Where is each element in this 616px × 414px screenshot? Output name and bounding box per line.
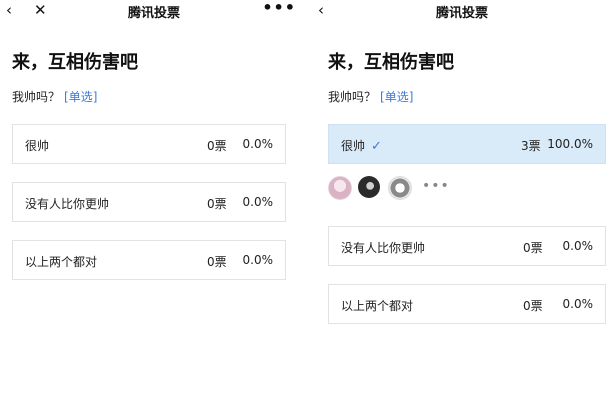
check-icon: ✓ [371, 139, 382, 154]
option-label: 没有人比你更帅 [25, 197, 110, 211]
question-text: 我帅吗？ [328, 90, 377, 104]
option-percent: 0.0% [562, 297, 594, 311]
poll-title: 来，互相伤害吧 [12, 52, 138, 73]
more-icon[interactable]: ••• [262, 0, 296, 17]
nav-bar: ‹ 腾讯投票 [308, 0, 616, 22]
option-label: 以上两个都对 [25, 255, 98, 269]
poll-title: 来，互相伤害吧 [328, 52, 454, 73]
poll-screen-after-vote: ‹ 腾讯投票 来，互相伤害吧 我帅吗？ [单选] 很帅 ✓ 3票 100.0% ••… [308, 0, 616, 414]
option-percent: 0.0% [242, 137, 274, 151]
option-label: 以上两个都对 [341, 299, 414, 313]
option-votes: 0票 [207, 255, 227, 269]
avatar[interactable] [388, 176, 412, 200]
question-type-tag: [单选] [64, 90, 98, 104]
poll-option-2[interactable]: 没有人比你更帅 0票 0.0% [328, 226, 606, 266]
option-percent: 0.0% [562, 239, 594, 253]
poll-option-1[interactable]: 很帅 0票 0.0% [12, 124, 286, 164]
question-type-tag: [单选] [380, 90, 414, 104]
option-percent: 0.0% [242, 195, 274, 209]
question-text: 我帅吗？ [12, 90, 61, 104]
nav-title: 腾讯投票 [435, 6, 488, 21]
option-votes: 0票 [207, 197, 227, 211]
option-label: 没有人比你更帅 [341, 241, 426, 255]
option-votes: 3票 [521, 139, 541, 153]
poll-option-1-selected[interactable]: 很帅 ✓ 3票 100.0% [328, 124, 606, 164]
poll-screen-before-vote: ‹ ✕ 腾讯投票 ••• 来，互相伤害吧 我帅吗？ [单选] 很帅 0票 0.0%… [0, 0, 308, 414]
option-percent: 100.0% [547, 137, 593, 151]
option-votes: 0票 [523, 299, 543, 313]
poll-option-3[interactable]: 以上两个都对 0票 0.0% [328, 284, 606, 324]
poll-option-3[interactable]: 以上两个都对 0票 0.0% [12, 240, 286, 280]
poll-question: 我帅吗？ [单选] [12, 88, 97, 105]
avatar[interactable] [358, 176, 380, 198]
poll-question: 我帅吗？ [单选] [328, 88, 413, 105]
option-votes: 0票 [523, 241, 543, 255]
option-percent: 0.0% [242, 253, 274, 267]
option-label-text: 很帅 [341, 139, 366, 153]
more-voters-icon[interactable]: ••• [422, 178, 450, 194]
poll-option-2[interactable]: 没有人比你更帅 0票 0.0% [12, 182, 286, 222]
avatar[interactable] [328, 176, 352, 200]
option-label: 很帅 [25, 139, 50, 153]
option-label: 很帅 ✓ [341, 137, 382, 154]
nav-bar: ‹ ✕ 腾讯投票 ••• [0, 0, 308, 22]
option-votes: 0票 [207, 139, 227, 153]
